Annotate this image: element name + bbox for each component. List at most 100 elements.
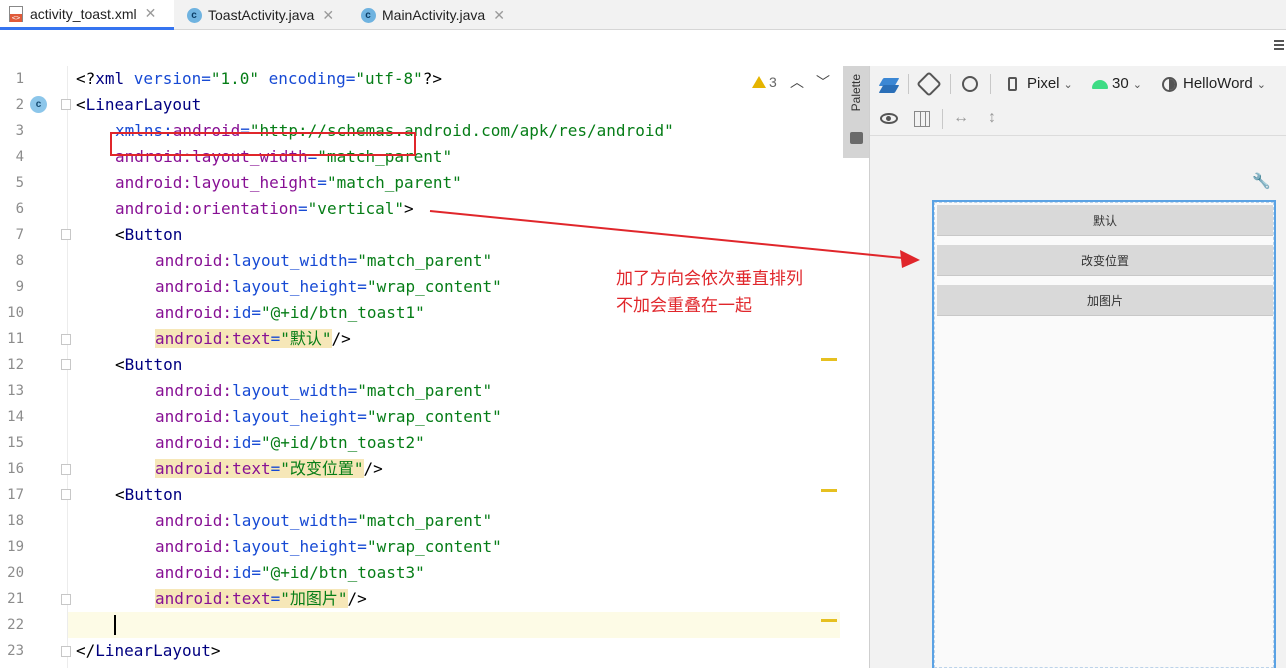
line-number: 14 <box>7 409 24 425</box>
xml-token: = <box>347 251 358 270</box>
code-line-5: android:layout_height="match_parent" <box>115 170 462 196</box>
toolbar-separator <box>950 74 951 94</box>
xml-token: = <box>270 459 281 478</box>
code-line-18: android:layout_width="match_parent" <box>155 508 492 534</box>
preview-button-default[interactable]: 默认 <box>937 205 1273 236</box>
xml-token: > <box>404 199 414 218</box>
xml-token: "默认" <box>280 329 332 348</box>
line-number: 10 <box>7 305 24 321</box>
close-icon[interactable]: ✕ <box>493 7 505 24</box>
xml-token: = <box>251 303 261 322</box>
tab-main-activity-java[interactable]: c MainActivity.java ✕ <box>352 0 522 30</box>
warning-count: 3 <box>769 74 777 90</box>
xml-file-icon <box>8 5 24 22</box>
xml-token: layout_height <box>232 407 358 426</box>
device-selector[interactable]: Pixel ⌄ <box>1027 75 1073 92</box>
xml-token: /> <box>363 459 383 478</box>
xml-token: "1.0" <box>210 69 260 88</box>
xml-token: android: <box>155 511 233 530</box>
xml-token: text <box>232 459 271 478</box>
line-number: 7 <box>15 227 24 243</box>
palette-icon <box>850 132 863 144</box>
java-class-icon: c <box>360 7 376 23</box>
xml-token: text <box>232 589 271 608</box>
close-icon[interactable]: ✕ <box>322 7 334 24</box>
code-line-2: <LinearLayout <box>76 92 201 118</box>
tab-toast-activity-java[interactable]: c ToastActivity.java ✕ <box>178 0 348 30</box>
xml-token: text <box>232 329 271 348</box>
class-reference-gutter-icon[interactable]: c <box>30 96 47 113</box>
device-preview[interactable]: 默认 改变位置 加图片 <box>932 200 1276 668</box>
warning-marker[interactable] <box>821 489 837 492</box>
xml-token: "改变位置" <box>280 459 364 478</box>
line-number: 11 <box>7 331 24 347</box>
api-level-selector[interactable]: 30 ⌄ <box>1112 75 1142 92</box>
eye-icon[interactable] <box>880 113 898 124</box>
fold-icon[interactable] <box>61 229 71 240</box>
toolbar-separator <box>942 109 943 129</box>
xml-token: id <box>232 433 252 452</box>
warning-marker[interactable] <box>821 619 837 622</box>
close-icon[interactable]: ✕ <box>145 5 157 22</box>
fold-icon[interactable] <box>61 334 71 345</box>
line-number: 6 <box>15 201 24 217</box>
xml-token: android: <box>155 537 233 556</box>
xml-token: "match_parent" <box>326 173 462 192</box>
preview-button-change-position[interactable]: 改变位置 <box>937 245 1273 276</box>
fold-icon[interactable] <box>61 594 71 605</box>
fold-icon[interactable] <box>61 359 71 370</box>
vertical-resize-icon[interactable]: ↕ <box>988 109 996 127</box>
code-line-6: android:orientation="vertical"> <box>115 196 414 222</box>
xml-token: > <box>210 641 221 660</box>
tab-activity-toast-xml[interactable]: activity_toast.xml ✕ <box>0 0 174 30</box>
xml-token: layout_height <box>232 537 358 556</box>
fold-icon[interactable] <box>61 99 71 110</box>
warning-icon <box>752 76 766 88</box>
xml-token: orientation <box>192 199 299 218</box>
line-number: 1 <box>15 71 24 87</box>
chevron-up-icon[interactable]: ︿ <box>790 72 804 92</box>
layers-icon[interactable] <box>878 76 900 94</box>
fold-icon[interactable] <box>61 646 71 657</box>
code-area[interactable]: <?xml version="1.0" encoding="utf-8"?> <… <box>76 66 840 668</box>
line-number: 19 <box>7 539 24 555</box>
fold-icon[interactable] <box>61 489 71 500</box>
horizontal-resize-icon[interactable]: ↔ <box>953 109 969 127</box>
theme-selector[interactable]: HelloWord ⌄ <box>1183 75 1266 92</box>
night-mode-icon[interactable] <box>962 76 978 92</box>
code-line-7: <Button <box>115 222 182 248</box>
xml-token: "match_parent" <box>357 511 493 530</box>
fold-icon[interactable] <box>61 464 71 475</box>
xml-token: android: <box>155 459 233 478</box>
annotation-line-1: 加了方向会依次垂直排列 <box>616 269 803 289</box>
xml-token: Button <box>124 225 183 244</box>
xml-token: android: <box>155 277 233 296</box>
line-number: 17 <box>7 487 24 503</box>
inspection-warnings[interactable]: 3 <box>752 72 777 92</box>
palette-tool-window-button[interactable]: Palette <box>843 66 869 158</box>
blueprint-icon[interactable] <box>914 111 930 127</box>
chevron-down-icon[interactable]: ﹀ <box>816 72 830 92</box>
code-line-13: android:layout_width="match_parent" <box>155 378 492 404</box>
preview-button-add-image[interactable]: 加图片 <box>937 285 1273 316</box>
xml-token: "@+id/btn_toast2" <box>260 433 425 452</box>
code-editor[interactable]: 1 2 3 4 5 6 7 8 9 10 11 12 13 14 15 16 1… <box>0 66 840 668</box>
device-icon <box>1008 77 1017 91</box>
line-number: 23 <box>7 643 24 659</box>
orientation-icon[interactable] <box>916 71 942 97</box>
xml-token: "wrap_content" <box>366 407 502 426</box>
xml-token: = <box>357 277 367 296</box>
wrench-icon[interactable]: 🔧 <box>1252 172 1271 190</box>
xml-token: android: <box>155 329 233 348</box>
line-number: 3 <box>15 123 24 139</box>
xml-token: "vertical" <box>307 199 404 218</box>
warning-marker[interactable] <box>821 358 837 361</box>
code-line-23: </LinearLayout> <box>76 638 221 664</box>
line-number: 5 <box>15 175 24 191</box>
highlight-box <box>110 132 416 156</box>
line-number: 9 <box>15 279 24 295</box>
menu-icon[interactable] <box>1274 40 1284 52</box>
java-class-icon: c <box>186 7 202 23</box>
xml-token: = <box>298 199 308 218</box>
code-line-17: <Button <box>115 482 182 508</box>
